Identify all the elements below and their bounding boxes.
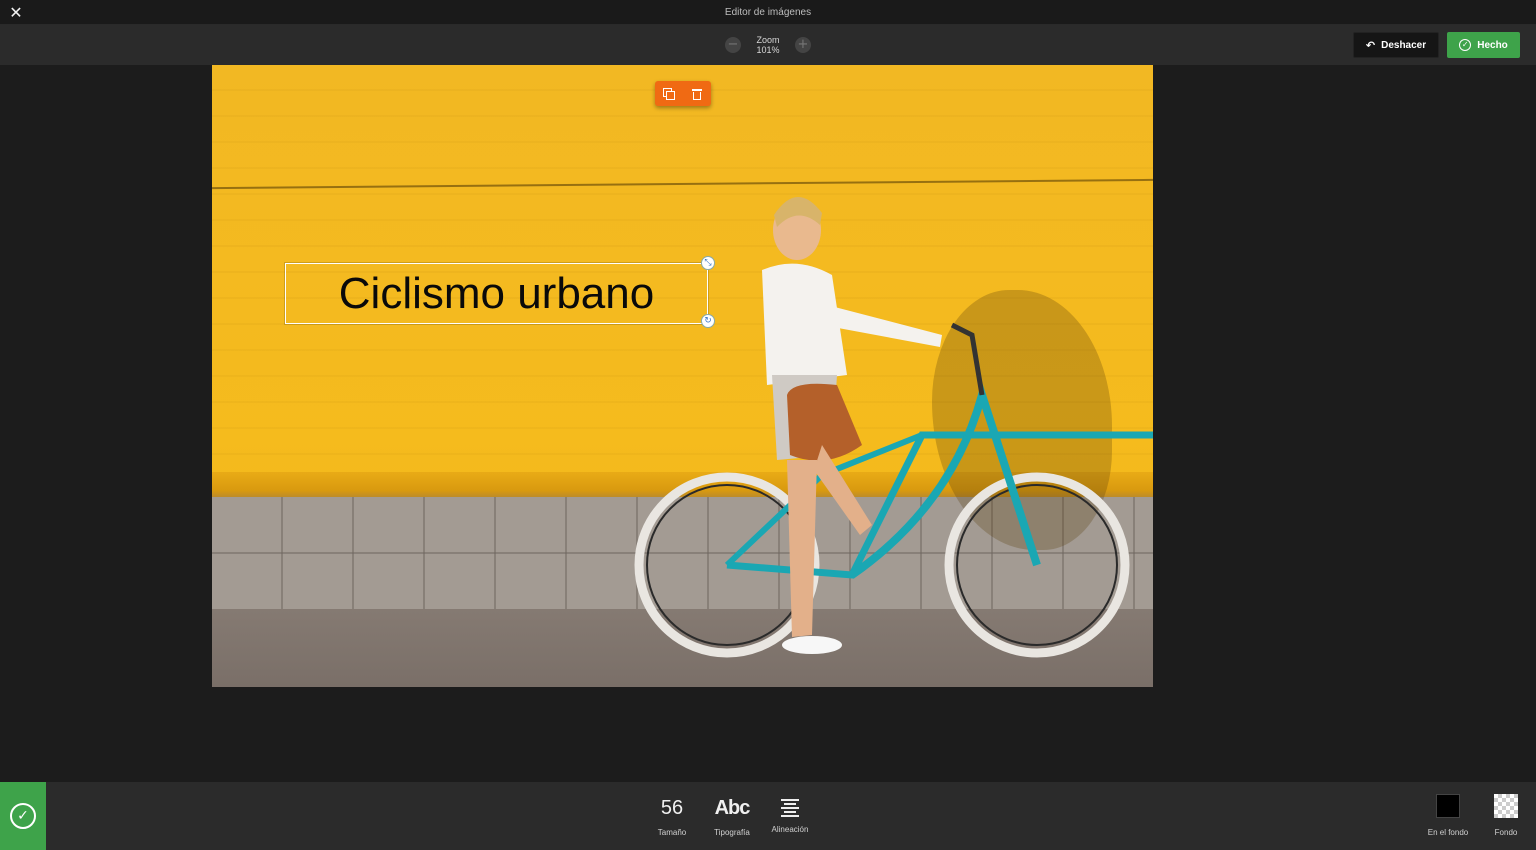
font-size-label: Tamaño xyxy=(657,828,687,837)
zoom-value: 101% xyxy=(756,45,780,55)
check-circle-icon: ✓ xyxy=(1459,39,1472,51)
handlebar xyxy=(950,322,985,396)
sneaker xyxy=(782,636,842,654)
zoom-out-button[interactable]: − xyxy=(725,37,741,53)
text-layer-content[interactable]: Ciclismo urbano xyxy=(339,269,654,318)
done-button[interactable]: ✓ Hecho xyxy=(1447,32,1520,58)
title-bar: ✕ Editor de imágenes xyxy=(0,0,1536,25)
cyclist-illustration xyxy=(634,196,1153,658)
typography-label: Tipografía xyxy=(714,828,750,837)
alignment-label: Alineación xyxy=(771,825,809,834)
undo-label: Deshacer xyxy=(1381,39,1427,51)
font-size-tool[interactable]: 56 Tamaño xyxy=(642,796,702,837)
typography-preview: Abc xyxy=(714,797,751,819)
trash-icon[interactable] xyxy=(690,87,704,101)
font-size-value: 56 xyxy=(660,797,684,819)
top-toolbar: − Zoom 101% + ↶ Deshacer ✓ Hecho xyxy=(0,25,1536,65)
alignment-tool[interactable]: Alineación xyxy=(760,796,820,834)
layer-actions xyxy=(655,81,711,106)
text-layer-box[interactable]: Ciclismo urbano xyxy=(284,262,709,325)
window-title: Editor de imágenes xyxy=(724,7,812,18)
background-color-tool[interactable]: Fondo xyxy=(1478,794,1534,837)
transparent-swatch xyxy=(1494,794,1518,818)
resize-handle-icon[interactable]: ⤡ xyxy=(701,256,715,270)
bottom-toolbar: ✓ 56 Tamaño Abc Tipografía Alineación En… xyxy=(0,782,1536,850)
check-circle-icon: ✓ xyxy=(10,803,36,829)
foreground-color-tool[interactable]: En el fondo xyxy=(1420,794,1476,837)
editor-canvas: Ciclismo urbano ⤡ ↻ xyxy=(0,65,1536,782)
zoom-label: Zoom xyxy=(756,35,780,45)
confirm-button[interactable]: ✓ xyxy=(0,782,46,850)
zoom-readout: Zoom 101% xyxy=(748,35,788,55)
duplicate-icon[interactable] xyxy=(662,87,676,101)
typography-tool[interactable]: Abc Tipografía xyxy=(702,796,762,837)
zoom-control: − Zoom 101% + xyxy=(724,33,814,57)
done-label: Hecho xyxy=(1477,39,1508,51)
align-center-icon xyxy=(781,799,799,817)
foreground-color-label: En el fondo xyxy=(1427,828,1469,837)
zoom-in-button[interactable]: + xyxy=(795,37,811,53)
bike-downtube xyxy=(849,381,1041,579)
photo-image[interactable] xyxy=(212,65,1153,687)
undo-icon: ↶ xyxy=(1365,38,1376,52)
background-color-label: Fondo xyxy=(1494,828,1518,837)
text-color-swatch xyxy=(1436,794,1460,818)
leg-left xyxy=(787,460,817,637)
rotate-handle-icon[interactable]: ↻ xyxy=(701,314,715,328)
undo-button[interactable]: ↶ Deshacer xyxy=(1353,32,1439,58)
